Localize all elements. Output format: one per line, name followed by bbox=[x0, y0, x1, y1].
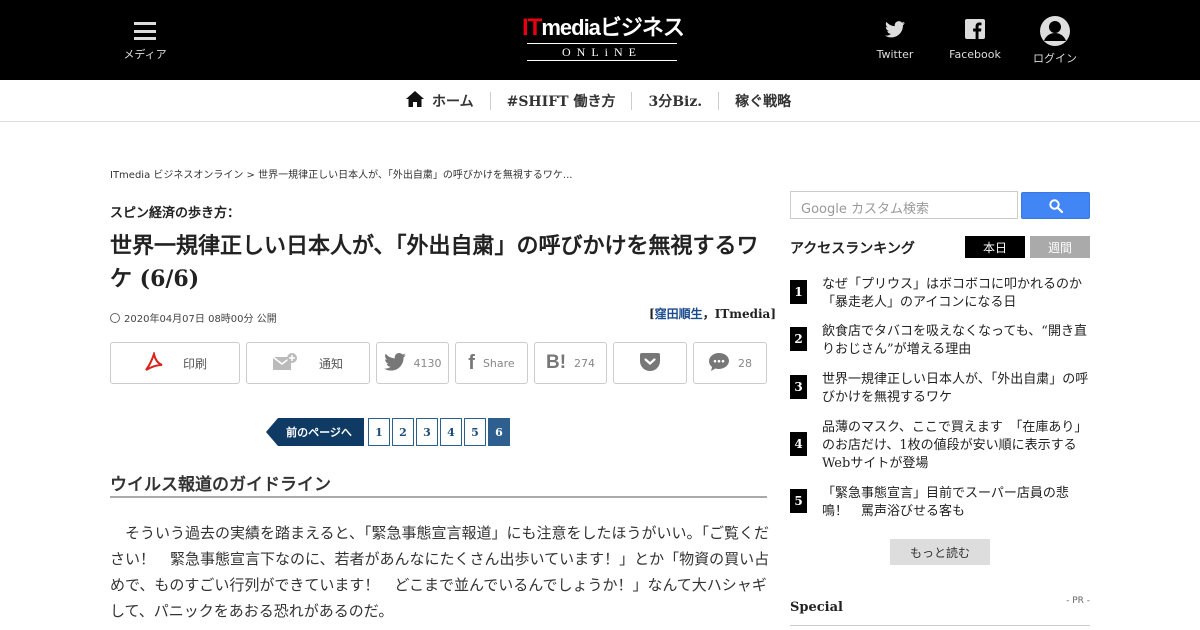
hatena-bookmark-button[interactable]: B! 274 bbox=[534, 342, 607, 384]
main-nav: ホーム #SHIFT 働き方 3分Biz. 稼ぐ戦略 bbox=[0, 80, 1200, 122]
twitter-label: Twitter bbox=[876, 48, 914, 61]
article-title: 世界一規律正しい日本人が、「外出自粛」の呼びかけを無視するワケ (6/6) bbox=[110, 233, 759, 292]
media-menu-label: メディア bbox=[123, 48, 167, 61]
rank-title[interactable]: なぜ「プリウス」はボコボコに叩かれるのか 「暴走老人」のアイコンになる日 bbox=[822, 276, 1095, 312]
notify-button[interactable]: 通知 bbox=[246, 342, 370, 384]
rank-number: 2 bbox=[790, 327, 807, 351]
prev-page-button[interactable]: 前のページへ bbox=[266, 418, 364, 446]
header-twitter-button[interactable]: Twitter bbox=[860, 18, 930, 61]
tab-week[interactable]: 週間 bbox=[1030, 236, 1090, 258]
breadcrumb[interactable]: ITmedia ビジネスオンライン > 世界一規律正しい日本人が、「外出自粛」の… bbox=[110, 166, 572, 181]
user-avatar-icon bbox=[1040, 16, 1070, 46]
header-facebook-button[interactable]: Facebook bbox=[940, 18, 1010, 61]
notify-icon bbox=[272, 352, 297, 374]
media-menu-button[interactable]: メディア bbox=[120, 22, 170, 62]
pocket-icon bbox=[640, 352, 660, 374]
ranking-item[interactable]: 3 世界一規律正しい日本人が、「外出自粛」の呼びかけを無視するワケ bbox=[790, 371, 1090, 407]
page-link[interactable]: 4 bbox=[440, 418, 462, 446]
more-ranking-button[interactable]: もっと読む bbox=[890, 539, 990, 565]
hamburger-icon bbox=[134, 22, 156, 40]
notify-label: 通知 bbox=[318, 356, 343, 371]
pocket-button[interactable] bbox=[613, 342, 687, 384]
nav-item-label: 稼ぐ戦略 bbox=[735, 94, 792, 110]
article-kicker: スピン経済の歩き方： bbox=[110, 206, 241, 221]
hatena-bookmark-count: 274 bbox=[574, 356, 596, 370]
search-button[interactable] bbox=[1021, 192, 1090, 219]
article-body: そういう過去の実績を踏まえると、「緊急事態宣言報道」にも注意をしたほうがいい。「… bbox=[110, 524, 770, 620]
rank-number: 3 bbox=[790, 375, 807, 399]
logo-online: ONLiNE bbox=[527, 43, 677, 61]
search-input[interactable]: Google カスタム検索 bbox=[790, 191, 1018, 219]
nav-item-label: #SHIFT 働き方 bbox=[506, 94, 616, 110]
twitter-share-icon bbox=[383, 352, 406, 374]
author-name[interactable]: 窪田順生 bbox=[655, 307, 703, 321]
special-title: Special bbox=[790, 600, 843, 615]
ranking-item[interactable]: 2 飲食店でタバコを吸えなくなっても、“開き直りおじさん”が増える理由 bbox=[790, 323, 1090, 359]
clock-icon bbox=[110, 312, 120, 323]
ranking-item[interactable]: 5 「緊急事態宣言」目前でスーパー店員の悲鳴！ 罵声浴びせる客も bbox=[790, 485, 1090, 521]
facebook-label: Facebook bbox=[949, 48, 1001, 61]
facebook-share-label: Share bbox=[482, 356, 515, 370]
author-byline: [窪田順生，ITmedia] bbox=[648, 307, 776, 321]
nav-item-3minbiz[interactable]: 3分Biz. bbox=[632, 92, 720, 110]
rank-title[interactable]: 品薄のマスク、ここで買えます 「在庫あり」のお店だけ、1枚の値段が安い順に表示す… bbox=[822, 419, 1090, 473]
login-label: ログイン bbox=[1033, 52, 1077, 65]
publish-date: 2020年04月07日 08時00分 公開 bbox=[110, 310, 277, 325]
tab-today[interactable]: 本日 bbox=[965, 236, 1025, 258]
section-heading: ウイルス報道のガイドライン bbox=[110, 470, 767, 498]
comment-icon bbox=[708, 352, 730, 375]
rank-title[interactable]: 「緊急事態宣言」目前でスーパー店員の悲鳴！ 罵声浴びせる客も bbox=[822, 485, 1090, 521]
home-icon bbox=[406, 91, 424, 111]
pagination: 前のページへ 1 2 3 4 5 6 bbox=[266, 417, 512, 447]
ranking-header: アクセスランキング 本日 週間 bbox=[790, 236, 1090, 258]
ranking-title: アクセスランキング bbox=[790, 241, 915, 257]
special-section-header: Special - PR - bbox=[790, 596, 1090, 626]
print-label: 印刷 bbox=[182, 356, 207, 371]
pr-label: - PR - bbox=[1066, 596, 1090, 606]
twitter-share-count: 4130 bbox=[413, 356, 442, 370]
facebook-share-icon: f bbox=[468, 351, 475, 374]
header-login-button[interactable]: ログイン bbox=[1020, 16, 1090, 66]
logo-media: mediaビジネス bbox=[541, 15, 685, 40]
facebook-icon bbox=[964, 18, 986, 40]
page-link[interactable]: 5 bbox=[464, 418, 486, 446]
rank-number: 1 bbox=[790, 280, 807, 304]
nav-item-label: 3分Biz. bbox=[648, 94, 703, 110]
ranking-item[interactable]: 4 品薄のマスク、ここで買えます 「在庫あり」のお店だけ、1枚の値段が安い順に表… bbox=[790, 419, 1090, 473]
site-logo[interactable]: ITmediaビジネス ONLiNE bbox=[522, 14, 685, 64]
site-header: メディア ITmediaビジネス ONLiNE Twitter Facebook… bbox=[0, 0, 1200, 80]
twitter-icon bbox=[884, 18, 906, 40]
page-link[interactable]: 2 bbox=[392, 418, 414, 446]
page-link[interactable]: 3 bbox=[416, 418, 438, 446]
twitter-share-button[interactable]: 4130 bbox=[376, 342, 449, 384]
page-link[interactable]: 1 bbox=[368, 418, 390, 446]
page-link-current: 6 bbox=[488, 418, 510, 446]
comments-button[interactable]: 28 bbox=[693, 342, 767, 384]
facebook-share-button[interactable]: f Share bbox=[455, 342, 528, 384]
comments-count: 28 bbox=[738, 356, 752, 370]
rank-title[interactable]: 世界一規律正しい日本人が、「外出自粛」の呼びかけを無視するワケ bbox=[822, 371, 1090, 407]
nav-item-home[interactable]: ホーム bbox=[390, 91, 491, 111]
print-button[interactable]: 印刷 bbox=[110, 342, 240, 384]
print-icon bbox=[143, 349, 165, 375]
rank-title[interactable]: 飲食店でタバコを吸えなくなっても、“開き直りおじさん”が増える理由 bbox=[822, 323, 1090, 359]
ranking-item[interactable]: 1 なぜ「プリウス」はボコボコに叩かれるのか 「暴走老人」のアイコンになる日 bbox=[790, 276, 1095, 312]
search-icon bbox=[1048, 198, 1063, 213]
rank-number: 5 bbox=[790, 489, 807, 513]
rank-number: 4 bbox=[790, 432, 807, 456]
logo-it: IT bbox=[522, 14, 542, 41]
nav-item-label: ホーム bbox=[432, 94, 474, 110]
author-org: ITmedia bbox=[714, 307, 771, 321]
nav-item-shift[interactable]: #SHIFT 働き方 bbox=[491, 92, 633, 110]
hatena-bookmark-icon: B! bbox=[545, 352, 567, 373]
nav-item-strategy[interactable]: 稼ぐ戦略 bbox=[719, 92, 807, 110]
publish-date-text: 2020年04月07日 08時00分 公開 bbox=[124, 314, 277, 325]
